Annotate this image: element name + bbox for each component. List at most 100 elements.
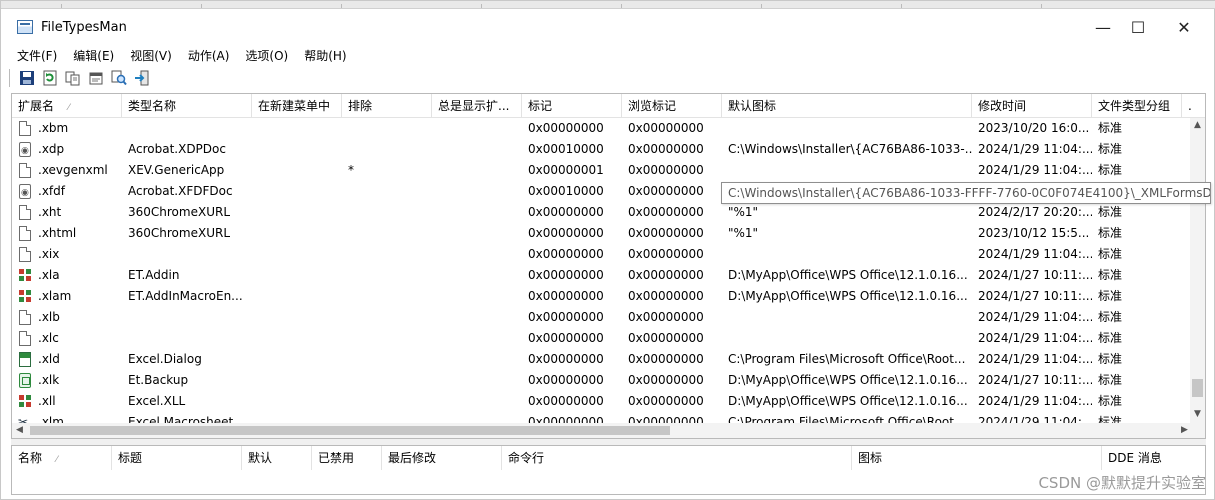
table-row[interactable]: .xevgenxml XEV.GenericApp * 0x00000001 0x000…	[12, 160, 1192, 181]
cell-flags: 0x00000000	[528, 373, 604, 387]
column-header-exclude[interactable]: 排除	[342, 94, 432, 118]
save-icon[interactable]	[18, 69, 36, 87]
table-row[interactable]: .xdp Acrobat.XDPDoc 0x00010000 0x00000000 C:…	[12, 139, 1192, 162]
toolbar-grip[interactable]	[9, 69, 12, 87]
cell-extension: .xlb	[38, 310, 60, 324]
refresh-icon[interactable]	[41, 69, 59, 87]
menu-bar: 文件(F) 编辑(E) 视图(V) 动作(A) 选项(O) 帮助(H)	[1, 45, 1214, 65]
find-icon[interactable]	[110, 69, 128, 87]
column-header-group[interactable]: 文件类型分组	[1092, 94, 1182, 118]
cell-exclude	[342, 349, 432, 370]
sort-indicator-icon: ⁄	[56, 455, 58, 465]
table-row[interactable]: .xbm 0x00000000 0x00000000 2023/10/20 16:0.…	[12, 118, 1192, 139]
copy-icon[interactable]	[64, 69, 82, 87]
maximize-button[interactable]: ☐	[1115, 9, 1161, 45]
column-header-name[interactable]: 名称 ⁄	[12, 446, 112, 470]
column-header-flags[interactable]: 标记	[522, 94, 622, 118]
cell-default-icon	[722, 328, 972, 349]
horizontal-scroll-thumb[interactable]	[30, 426, 670, 435]
cell-type-name: ET.AddInMacroEn...	[128, 289, 243, 303]
cell-modified-time: 2024/1/27 10:11:...	[978, 373, 1092, 387]
scroll-up-arrow-icon[interactable]: ▲	[1190, 118, 1205, 133]
menu-options[interactable]: 选项(O)	[240, 47, 293, 64]
cell-flags: 0x00000000	[528, 394, 604, 408]
cell-browse-flags: 0x00000000	[628, 373, 704, 387]
list-rows: .xbm 0x00000000 0x00000000 2023/10/20 16:0.…	[12, 118, 1192, 433]
table-row[interactable]: .xlk Et.Backup 0x00000000 0x00000000 D:\MyAp…	[12, 370, 1192, 391]
file-types-list[interactable]: 扩展名 ⁄ 类型名称 在新建菜单中 排除 总是显示扩... 标记 浏览标记 默认图…	[11, 93, 1206, 439]
column-header-type-name[interactable]: 类型名称	[122, 94, 252, 118]
cell-flags: 0x00000000	[528, 331, 604, 345]
cell-extension: .xfdf	[38, 184, 65, 198]
vertical-scroll-thumb[interactable]	[1192, 379, 1203, 397]
column-header-dde-message[interactable]: DDE 消息	[1102, 446, 1205, 470]
column-header-extension[interactable]: 扩展名 ⁄	[12, 94, 122, 118]
cell-default-icon	[722, 118, 972, 139]
actions-list[interactable]: 名称 ⁄ 标题 默认 已禁用 最后修改 命令行 图标 DDE 消息	[11, 445, 1206, 495]
document-icon	[19, 121, 31, 136]
cell-type-name: Excel.XLL	[128, 394, 186, 408]
column-header-always-show-ext[interactable]: 总是显示扩...	[432, 94, 522, 118]
column-header-more[interactable]: .	[1182, 94, 1205, 118]
cell-extension: .xhtml	[38, 226, 77, 240]
document-icon	[19, 331, 31, 346]
column-header-in-new-menu[interactable]: 在新建菜单中	[252, 94, 342, 118]
table-row[interactable]: .xix 0x00000000 0x00000000 2024/1/29 11:04:…	[12, 244, 1192, 265]
cell-extension: .xlk	[38, 373, 60, 387]
cell-flags: 0x00000000	[528, 205, 604, 219]
cell-group: 标准	[1098, 331, 1123, 345]
table-row[interactable]: .xld Excel.Dialog 0x00000000 0x00000000 C:\P…	[12, 349, 1192, 370]
column-header-browse-flags[interactable]: 浏览标记	[622, 94, 722, 118]
cell-flags: 0x00000000	[528, 352, 604, 366]
cell-browse-flags: 0x00000000	[628, 268, 704, 282]
title-bar[interactable]: FileTypesMan — ☐ ✕	[1, 9, 1214, 45]
close-button[interactable]: ✕	[1161, 9, 1207, 45]
table-row[interactable]: .xla ET.Addin 0x00000000 0x00000000 D:\MyApp…	[12, 265, 1192, 286]
cell-modified-time: 2024/1/27 10:11:...	[978, 268, 1092, 282]
cell-modified-time: 2024/1/29 11:04:...	[978, 352, 1092, 366]
menu-help[interactable]: 帮助(H)	[299, 47, 351, 64]
menu-view[interactable]: 视图(V)	[125, 47, 177, 64]
cell-modified-time: 2023/10/12 15:5...	[978, 226, 1090, 240]
cell-browse-flags: 0x00000000	[628, 121, 704, 135]
cell-default-icon: "%1"	[728, 226, 759, 240]
menu-action[interactable]: 动作(A)	[183, 47, 235, 64]
cell-browse-flags: 0x00000000	[628, 331, 704, 345]
column-header-icon[interactable]: 图标	[852, 446, 1102, 470]
column-header-title[interactable]: 标题	[112, 446, 242, 470]
cell-type-name	[122, 307, 252, 328]
table-row[interactable]: .xlb 0x00000000 0x00000000 2024/1/29 11:04:…	[12, 307, 1192, 328]
scroll-down-arrow-icon[interactable]: ▼	[1190, 407, 1205, 422]
horizontal-scrollbar[interactable]: ◀ ▶	[12, 423, 1192, 438]
cell-browse-flags: 0x00000000	[628, 142, 704, 156]
column-header-modified-time[interactable]: 修改时间	[972, 94, 1092, 118]
column-header-command-line[interactable]: 命令行	[502, 446, 852, 470]
cell-flags: 0x00000000	[528, 310, 604, 324]
watermark: CSDN @默默提升实验室	[1038, 474, 1206, 492]
document-icon	[19, 163, 31, 178]
menu-edit[interactable]: 编辑(E)	[68, 47, 119, 64]
cell-exclude	[342, 307, 432, 328]
cell-exclude	[342, 223, 432, 244]
table-row[interactable]: .xhtml 360ChromeXURL 0x00000000 0x00000000 "…	[12, 223, 1192, 244]
cell-exclude	[342, 139, 432, 160]
toolbar	[9, 67, 156, 89]
column-header-default-icon[interactable]: 默认图标	[722, 94, 972, 118]
table-row[interactable]: .xll Excel.XLL 0x00000000 0x00000000 D:\MyAp…	[12, 391, 1192, 412]
gear-document-icon	[19, 141, 31, 162]
table-row[interactable]: .xlam ET.AddInMacroEn... 0x00000000 0x00000…	[12, 286, 1192, 307]
properties-icon[interactable]	[87, 69, 105, 87]
vertical-scrollbar[interactable]: ▲ ▼	[1190, 118, 1205, 424]
menu-file[interactable]: 文件(F)	[12, 47, 62, 64]
column-header-disabled[interactable]: 已禁用	[312, 446, 382, 470]
scroll-left-arrow-icon[interactable]: ◀	[12, 423, 27, 438]
app-icon	[17, 20, 33, 34]
table-row[interactable]: .xlc 0x00000000 0x00000000 2024/1/29 11:04:…	[12, 328, 1192, 349]
exit-icon[interactable]	[133, 69, 151, 87]
table-row[interactable]: .xht 360ChromeXURL 0x00000000 0x00000000 "%1…	[12, 202, 1192, 223]
column-header-last-modified[interactable]: 最后修改	[382, 446, 502, 470]
cell-browse-flags: 0x00000000	[628, 247, 704, 261]
cell-default-icon: "%1"	[728, 205, 759, 219]
column-header-default[interactable]: 默认	[242, 446, 312, 470]
cell-default-icon: D:\MyApp\Office\WPS Office\12.1.0.16...	[728, 394, 968, 408]
